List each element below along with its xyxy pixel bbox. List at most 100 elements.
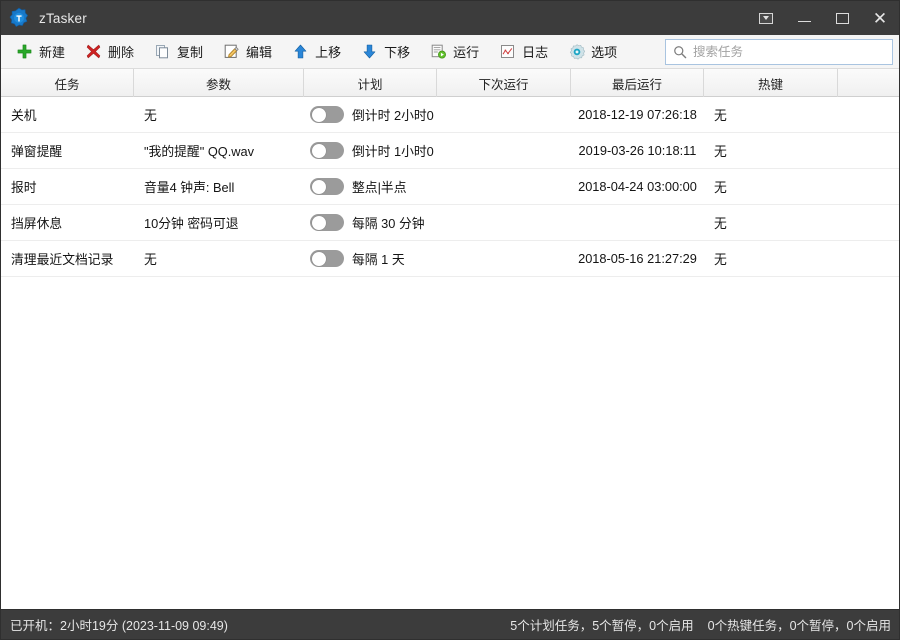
arrow-down-icon	[361, 43, 378, 60]
move-down-button[interactable]: 下移	[353, 38, 418, 66]
search-box[interactable]	[665, 39, 893, 65]
cell-spacer	[838, 97, 899, 133]
cell-hotkey: 无	[704, 205, 838, 241]
plan-text: 整点|半点	[352, 177, 407, 196]
window-title: zTasker	[39, 11, 87, 26]
cell-last-run	[571, 205, 704, 241]
cell-plan: 倒计时 1小时0	[304, 133, 437, 169]
edit-task-label: 编辑	[246, 42, 272, 61]
enable-toggle[interactable]	[310, 214, 344, 231]
table-header-row: 任务 参数 计划 下次运行 最后运行 热键	[1, 69, 899, 97]
enable-toggle[interactable]	[310, 142, 344, 159]
cell-last-run: 2018-04-24 03:00:00	[571, 169, 704, 205]
cell-last-run: 2018-05-16 21:27:29	[571, 241, 704, 277]
plus-icon	[16, 43, 33, 60]
cell-next-run	[437, 169, 571, 205]
cell-hotkey: 无	[704, 241, 838, 277]
log-button[interactable]: 日志	[491, 38, 556, 66]
cell-spacer	[838, 241, 899, 277]
enable-toggle[interactable]	[310, 250, 344, 267]
edit-task-button[interactable]: 编辑	[215, 38, 280, 66]
move-up-button[interactable]: 上移	[284, 38, 349, 66]
plan-text: 倒计时 2小时0	[352, 105, 434, 124]
plan-text: 每隔 30 分钟	[352, 213, 425, 232]
plan-text: 每隔 1 天	[352, 249, 405, 268]
options-label: 选项	[591, 42, 617, 61]
cell-plan: 每隔 1 天	[304, 241, 437, 277]
column-header-plan[interactable]: 计划	[304, 69, 437, 97]
title-bar: zTasker ✕	[1, 1, 899, 35]
toolbar: 新建 删除 复制	[1, 35, 899, 69]
cell-plan: 整点|半点	[304, 169, 437, 205]
search-input[interactable]	[693, 41, 892, 63]
enable-toggle[interactable]	[310, 106, 344, 123]
table-row[interactable]: 挡屏休息10分钟 密码可退 每隔 30 分钟 无	[1, 205, 899, 241]
cell-last-run: 2018-12-19 07:26:18	[571, 97, 704, 133]
log-label: 日志	[522, 42, 548, 61]
toggle-knob	[312, 252, 326, 266]
column-header-last-run[interactable]: 最后运行	[571, 69, 704, 97]
new-task-button[interactable]: 新建	[8, 38, 73, 66]
delete-task-label: 删除	[108, 42, 134, 61]
copy-icon	[154, 43, 171, 60]
scheduled-task-summary: 5个计划任务，5个暂停，0个启用	[510, 615, 693, 634]
task-table: 任务 参数 计划 下次运行 最后运行 热键 关机无倒计时 2小时02018-12…	[1, 69, 899, 609]
options-button[interactable]: 选项	[560, 38, 625, 66]
column-header-next-run[interactable]: 下次运行	[437, 69, 571, 97]
arrow-up-icon	[292, 43, 309, 60]
maximize-button[interactable]	[823, 1, 861, 35]
cell-plan: 倒计时 2小时0	[304, 97, 437, 133]
column-header-hotkey[interactable]: 热键	[704, 69, 838, 97]
column-header-task[interactable]: 任务	[1, 69, 134, 97]
enable-toggle[interactable]	[310, 178, 344, 195]
cell-param: 音量4 钟声: Bell	[134, 169, 304, 205]
cell-plan: 每隔 30 分钟	[304, 205, 437, 241]
edit-pencil-icon	[223, 43, 240, 60]
cell-hotkey: 无	[704, 133, 838, 169]
status-bar: 已开机：2小时19分 (2023-11-09 09:49) 5个计划任务，5个暂…	[1, 609, 899, 639]
run-task-button[interactable]: 运行	[422, 38, 487, 66]
cell-task: 关机	[1, 97, 134, 133]
close-button[interactable]: ✕	[861, 1, 899, 35]
close-icon: ✕	[873, 10, 887, 27]
cell-last-run: 2019-03-26 10:18:11	[571, 133, 704, 169]
cell-spacer	[838, 133, 899, 169]
delete-task-button[interactable]: 删除	[77, 38, 142, 66]
maximize-icon	[836, 13, 849, 24]
plan-text: 倒计时 1小时0	[352, 141, 434, 160]
cell-hotkey: 无	[704, 97, 838, 133]
uptime-status: 已开机：2小时19分 (2023-11-09 09:49)	[10, 615, 228, 634]
cell-next-run	[437, 241, 571, 277]
toggle-knob	[312, 216, 326, 230]
log-chart-icon	[499, 43, 516, 60]
run-task-label: 运行	[453, 42, 479, 61]
copy-task-button[interactable]: 复制	[146, 38, 211, 66]
window-controls: ✕	[747, 1, 899, 35]
cell-param: 10分钟 密码可退	[134, 205, 304, 241]
cell-task: 报时	[1, 169, 134, 205]
move-up-label: 上移	[315, 42, 341, 61]
table-row[interactable]: 关机无倒计时 2小时02018-12-19 07:26:18无	[1, 97, 899, 133]
column-header-param[interactable]: 参数	[134, 69, 304, 97]
ztasker-window: zTasker ✕ 新建	[0, 0, 900, 640]
table-row[interactable]: 报时音量4 钟声: Bell整点|半点2018-04-24 03:00:00无	[1, 169, 899, 205]
column-header-spacer	[838, 69, 899, 97]
minimize-icon	[798, 21, 811, 23]
gear-icon	[568, 43, 585, 60]
tray-icon	[759, 13, 773, 24]
minimize-button[interactable]	[785, 1, 823, 35]
table-row[interactable]: 弹窗提醒"我的提醒" QQ.wav倒计时 1小时02019-03-26 10:1…	[1, 133, 899, 169]
cell-next-run	[437, 97, 571, 133]
search-icon	[673, 45, 687, 59]
table-body: 关机无倒计时 2小时02018-12-19 07:26:18无弹窗提醒"我的提醒…	[1, 97, 899, 277]
cell-task: 清理最近文档记录	[1, 241, 134, 277]
cell-param: "我的提醒" QQ.wav	[134, 133, 304, 169]
run-icon	[430, 43, 447, 60]
cell-next-run	[437, 133, 571, 169]
table-row[interactable]: 清理最近文档记录无每隔 1 天2018-05-16 21:27:29无	[1, 241, 899, 277]
minimize-to-tray-button[interactable]	[747, 1, 785, 35]
toggle-knob	[312, 144, 326, 158]
cell-param: 无	[134, 97, 304, 133]
x-delete-icon	[85, 43, 102, 60]
cell-task: 挡屏休息	[1, 205, 134, 241]
